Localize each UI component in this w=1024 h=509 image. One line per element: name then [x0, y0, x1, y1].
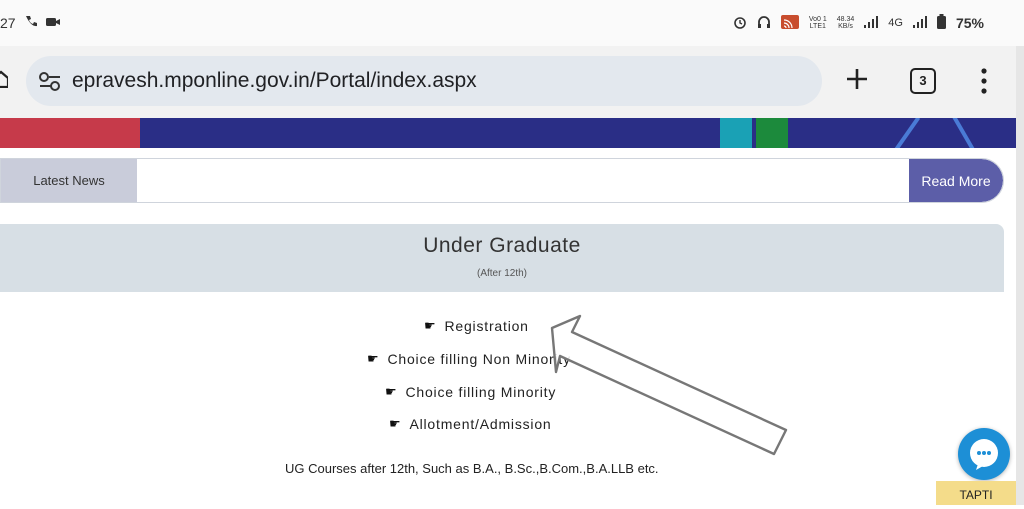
chat-button[interactable] — [958, 428, 1010, 480]
page-scrollbar[interactable] — [1016, 46, 1024, 505]
annotation-arrow — [550, 314, 788, 456]
chat-icon — [970, 439, 998, 470]
tapti-badge[interactable]: TAPTI — [936, 481, 1016, 505]
